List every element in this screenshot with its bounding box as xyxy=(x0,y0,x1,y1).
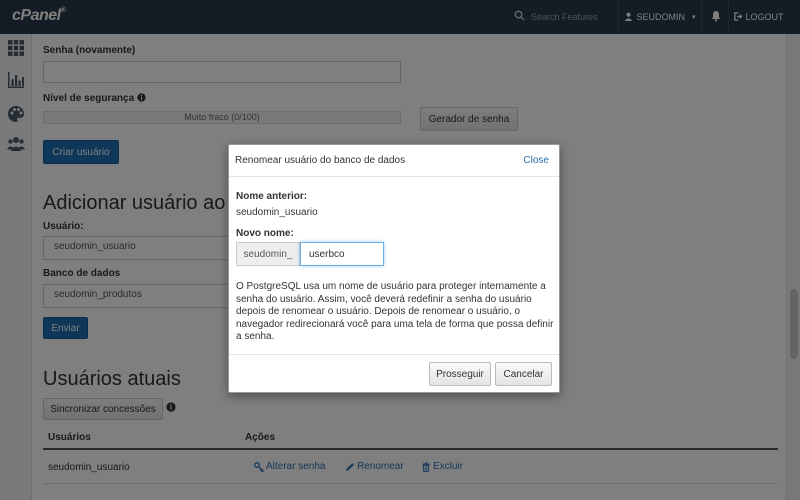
proceed-button[interactable]: Prosseguir xyxy=(429,362,491,386)
old-name-label: Nome anterior: xyxy=(236,191,308,202)
close-link[interactable]: Close xyxy=(523,155,549,166)
dialog-header: Renomear usuário do banco de dados Close xyxy=(229,145,559,177)
new-name-input[interactable] xyxy=(300,242,384,266)
new-name-label: Novo nome: xyxy=(236,228,294,239)
rename-description: O PostgreSQL usa um nome de usuário para… xyxy=(236,281,554,342)
dialog-footer-divider xyxy=(229,354,559,355)
rename-user-dialog: Renomear usuário do banco de dados Close… xyxy=(228,144,560,393)
dialog-title: Renomear usuário do banco de dados xyxy=(235,155,406,166)
old-name-value: seudomin_usuario xyxy=(236,207,318,218)
username-prefix: seudomin_ xyxy=(236,242,300,266)
cancel-button[interactable]: Cancelar xyxy=(495,362,552,386)
